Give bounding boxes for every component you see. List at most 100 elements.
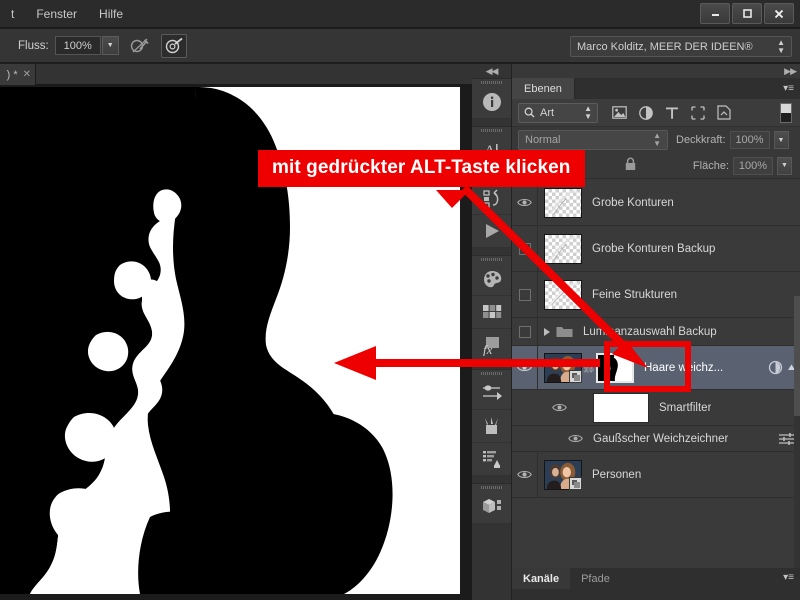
tab-pfade[interactable]: Pfade [570, 568, 621, 589]
menu-item-hilfe[interactable]: Hilfe [88, 5, 134, 23]
layer-mask-highlight [604, 341, 691, 392]
dock-grip[interactable] [472, 78, 511, 86]
panel-menu-icon[interactable]: ▾≡ [783, 78, 800, 99]
layer-thumbnail[interactable] [544, 280, 582, 310]
smart-filter-indicator[interactable] [768, 360, 783, 375]
layer-visibility-toggle[interactable] [512, 452, 538, 497]
opacity-input[interactable]: 100% [730, 131, 770, 149]
maximize-icon [742, 8, 753, 19]
layer-thumbnail[interactable] [544, 188, 582, 218]
panel-expand-button[interactable]: ▶▶ [784, 64, 796, 78]
3d-panel-icon[interactable] [472, 491, 511, 524]
smart-filter-entry-row[interactable]: Gaußscher Weichzeichner [512, 426, 800, 452]
layer-visibility-toggle[interactable] [512, 318, 538, 345]
minimize-button[interactable] [700, 3, 730, 24]
blend-mode-select[interactable]: Normal ▲▼ [518, 130, 668, 150]
window-controls [700, 3, 794, 24]
close-icon[interactable]: ✕ [23, 69, 31, 80]
layer-visibility-toggle[interactable] [512, 390, 538, 425]
mask-link-icon[interactable]: ⛓ [582, 361, 596, 374]
dock-collapse-button[interactable]: ◀◀ [472, 64, 511, 78]
smart-filter-label: Smartfilter [659, 402, 711, 414]
search-icon [524, 107, 535, 118]
layer-name: Personen [592, 469, 641, 481]
flow-input[interactable]: 100% [55, 36, 101, 55]
scrollbar-thumb[interactable] [794, 296, 800, 416]
spacer-cell [512, 426, 538, 451]
eye-icon [517, 197, 532, 208]
minimize-icon [710, 8, 721, 19]
layer-visibility-toggle[interactable] [512, 272, 538, 317]
layer-row[interactable]: Feine Strukturen [512, 272, 800, 318]
smart-filter-mask-thumbnail[interactable] [593, 393, 649, 423]
brush-tips-panel-icon[interactable] [472, 410, 511, 443]
dock-grip[interactable] [472, 255, 511, 263]
eye-icon[interactable] [552, 402, 567, 413]
chevron-updown-icon: ▲▼ [653, 132, 661, 148]
layer-name: Feine Strukturen [592, 289, 677, 301]
menu-item-0[interactable]: t [0, 5, 25, 23]
airbrush-icon[interactable] [127, 34, 153, 58]
fill-input[interactable]: 100% [733, 157, 773, 175]
swatches-panel-icon[interactable] [472, 296, 511, 329]
dock-grip[interactable] [472, 126, 511, 134]
eye-icon[interactable] [568, 433, 583, 444]
filter-pixel-icon[interactable] [612, 106, 627, 119]
filter-smartobject-icon[interactable] [717, 105, 731, 120]
layer-visibility-toggle[interactable] [512, 346, 538, 389]
layer-row[interactable]: Personen [512, 452, 800, 498]
smart-object-thumbnail[interactable] [544, 353, 582, 383]
actions-panel-icon[interactable] [472, 215, 511, 248]
title-bar: t Fenster Hilfe [0, 0, 800, 28]
menu-item-fenster[interactable]: Fenster [25, 5, 88, 23]
close-button[interactable] [764, 3, 794, 24]
adjustments-panel-icon[interactable] [472, 377, 511, 410]
lock-icon[interactable] [624, 157, 637, 174]
tablet-pressure-icon[interactable] [161, 34, 187, 58]
tab-ebenen[interactable]: Ebenen [512, 78, 575, 99]
layer-name: Grobe Konturen Backup [592, 243, 715, 255]
filter-adjustment-icon[interactable] [639, 106, 653, 120]
opacity-label: Deckkraft: [676, 134, 726, 146]
smart-filter-mask-row[interactable]: Smartfilter [512, 390, 800, 426]
filter-type-icon[interactable] [665, 106, 679, 120]
styles-panel-icon[interactable]: fx [472, 329, 511, 362]
fill-dropdown-arrow[interactable]: ▼ [777, 157, 792, 175]
callout-label: mit gedrückter ALT-Taste klicken [258, 150, 585, 187]
dock-group-info [472, 78, 511, 119]
eye-off-icon [519, 326, 531, 338]
bottom-panel-tabs: Kanäle Pfade ▾≡ [512, 568, 800, 600]
menu-bar: t Fenster Hilfe [0, 5, 134, 23]
layer-thumbnail[interactable] [544, 234, 582, 264]
workspace-selector[interactable]: Marco Kolditz, MEER DER IDEEN® ▲▼ [570, 36, 792, 57]
blend-mode-value: Normal [525, 134, 560, 146]
layer-list-scrollbar[interactable] [794, 296, 800, 600]
tab-strip-empty [36, 64, 472, 84]
panel-menu-icon[interactable]: ▾≡ [783, 568, 800, 583]
filter-toggle-switch[interactable] [780, 103, 792, 123]
layer-visibility-toggle[interactable] [512, 226, 538, 271]
tab-kanaele[interactable]: Kanäle [512, 568, 570, 589]
close-icon [773, 8, 785, 20]
color-panel-icon[interactable] [472, 263, 511, 296]
group-expand-arrow[interactable] [544, 328, 550, 336]
info-panel-icon[interactable] [472, 86, 511, 119]
eye-off-icon [519, 243, 531, 255]
dock-grip[interactable] [472, 369, 511, 377]
dock-grip[interactable] [472, 483, 511, 491]
maximize-button[interactable] [732, 3, 762, 24]
layer-row[interactable]: Grobe Konturen Backup [512, 226, 800, 272]
flow-dropdown-arrow[interactable]: ▼ [102, 36, 119, 55]
smart-object-thumbnail[interactable] [544, 460, 582, 490]
filter-shape-icon[interactable] [691, 106, 705, 120]
folder-icon [556, 325, 573, 338]
filter-type-icons [612, 105, 731, 120]
opacity-dropdown-arrow[interactable]: ▼ [774, 131, 789, 149]
dock-group-color-swatches-styles: fx [472, 255, 511, 362]
document-tab-strip: ) * ✕ [0, 64, 472, 85]
brush-presets-panel-icon[interactable] [472, 443, 511, 476]
layer-content-preview [545, 235, 581, 263]
document-tab[interactable]: ) * ✕ [0, 64, 36, 85]
filter-kind-select[interactable]: Art ▲▼ [518, 103, 598, 123]
smart-object-badge [569, 477, 582, 490]
